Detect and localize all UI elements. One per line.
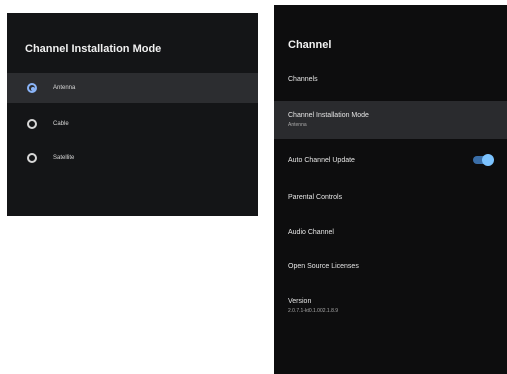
menu-title: Channel <box>288 39 332 51</box>
option-label: Satellite <box>53 155 75 161</box>
menu-item-label: Parental Controls <box>288 193 343 201</box>
menu-item-auto-channel-update[interactable]: Auto Channel Update <box>274 148 507 172</box>
option-satellite[interactable]: Satellite <box>7 143 258 173</box>
menu-item-open-source-licenses[interactable]: Open Source Licenses <box>274 254 507 278</box>
radio-selected-icon <box>27 83 37 93</box>
dialog-title: Channel Installation Mode <box>25 43 162 55</box>
menu-item-value: Antenna <box>288 122 307 128</box>
option-label: Cable <box>53 121 69 127</box>
channel-installation-mode-dialog: Channel Installation Mode Antenna Cable … <box>7 13 258 216</box>
menu-item-label: Channels <box>288 75 318 83</box>
option-cable[interactable]: Cable <box>7 109 258 139</box>
radio-unselected-icon <box>27 119 37 129</box>
auto-update-toggle[interactable] <box>473 154 494 166</box>
menu-item-label: Audio Channel <box>288 228 334 236</box>
toggle-knob-icon <box>482 154 494 166</box>
version-value: 2.0.7.1-kt0.1.002.1.8.9 <box>288 308 339 314</box>
menu-item-parental-controls[interactable]: Parental Controls <box>274 185 507 209</box>
option-antenna[interactable]: Antenna <box>7 73 258 103</box>
menu-item-label: Version <box>288 298 312 305</box>
menu-item-channels[interactable]: Channels <box>274 67 507 91</box>
menu-item-label: Channel Installation Mode <box>288 112 369 119</box>
menu-item-version: Version 2.0.7.1-kt0.1.002.1.8.9 <box>274 291 507 321</box>
channel-settings-menu: Channel Channels Channel Installation Mo… <box>274 5 507 374</box>
option-label: Antenna <box>53 85 76 91</box>
menu-item-audio-channel[interactable]: Audio Channel <box>274 220 507 244</box>
radio-unselected-icon <box>27 153 37 163</box>
menu-item-label: Open Source Licenses <box>288 262 359 270</box>
menu-item-channel-installation-mode[interactable]: Channel Installation Mode Antenna <box>274 101 507 139</box>
